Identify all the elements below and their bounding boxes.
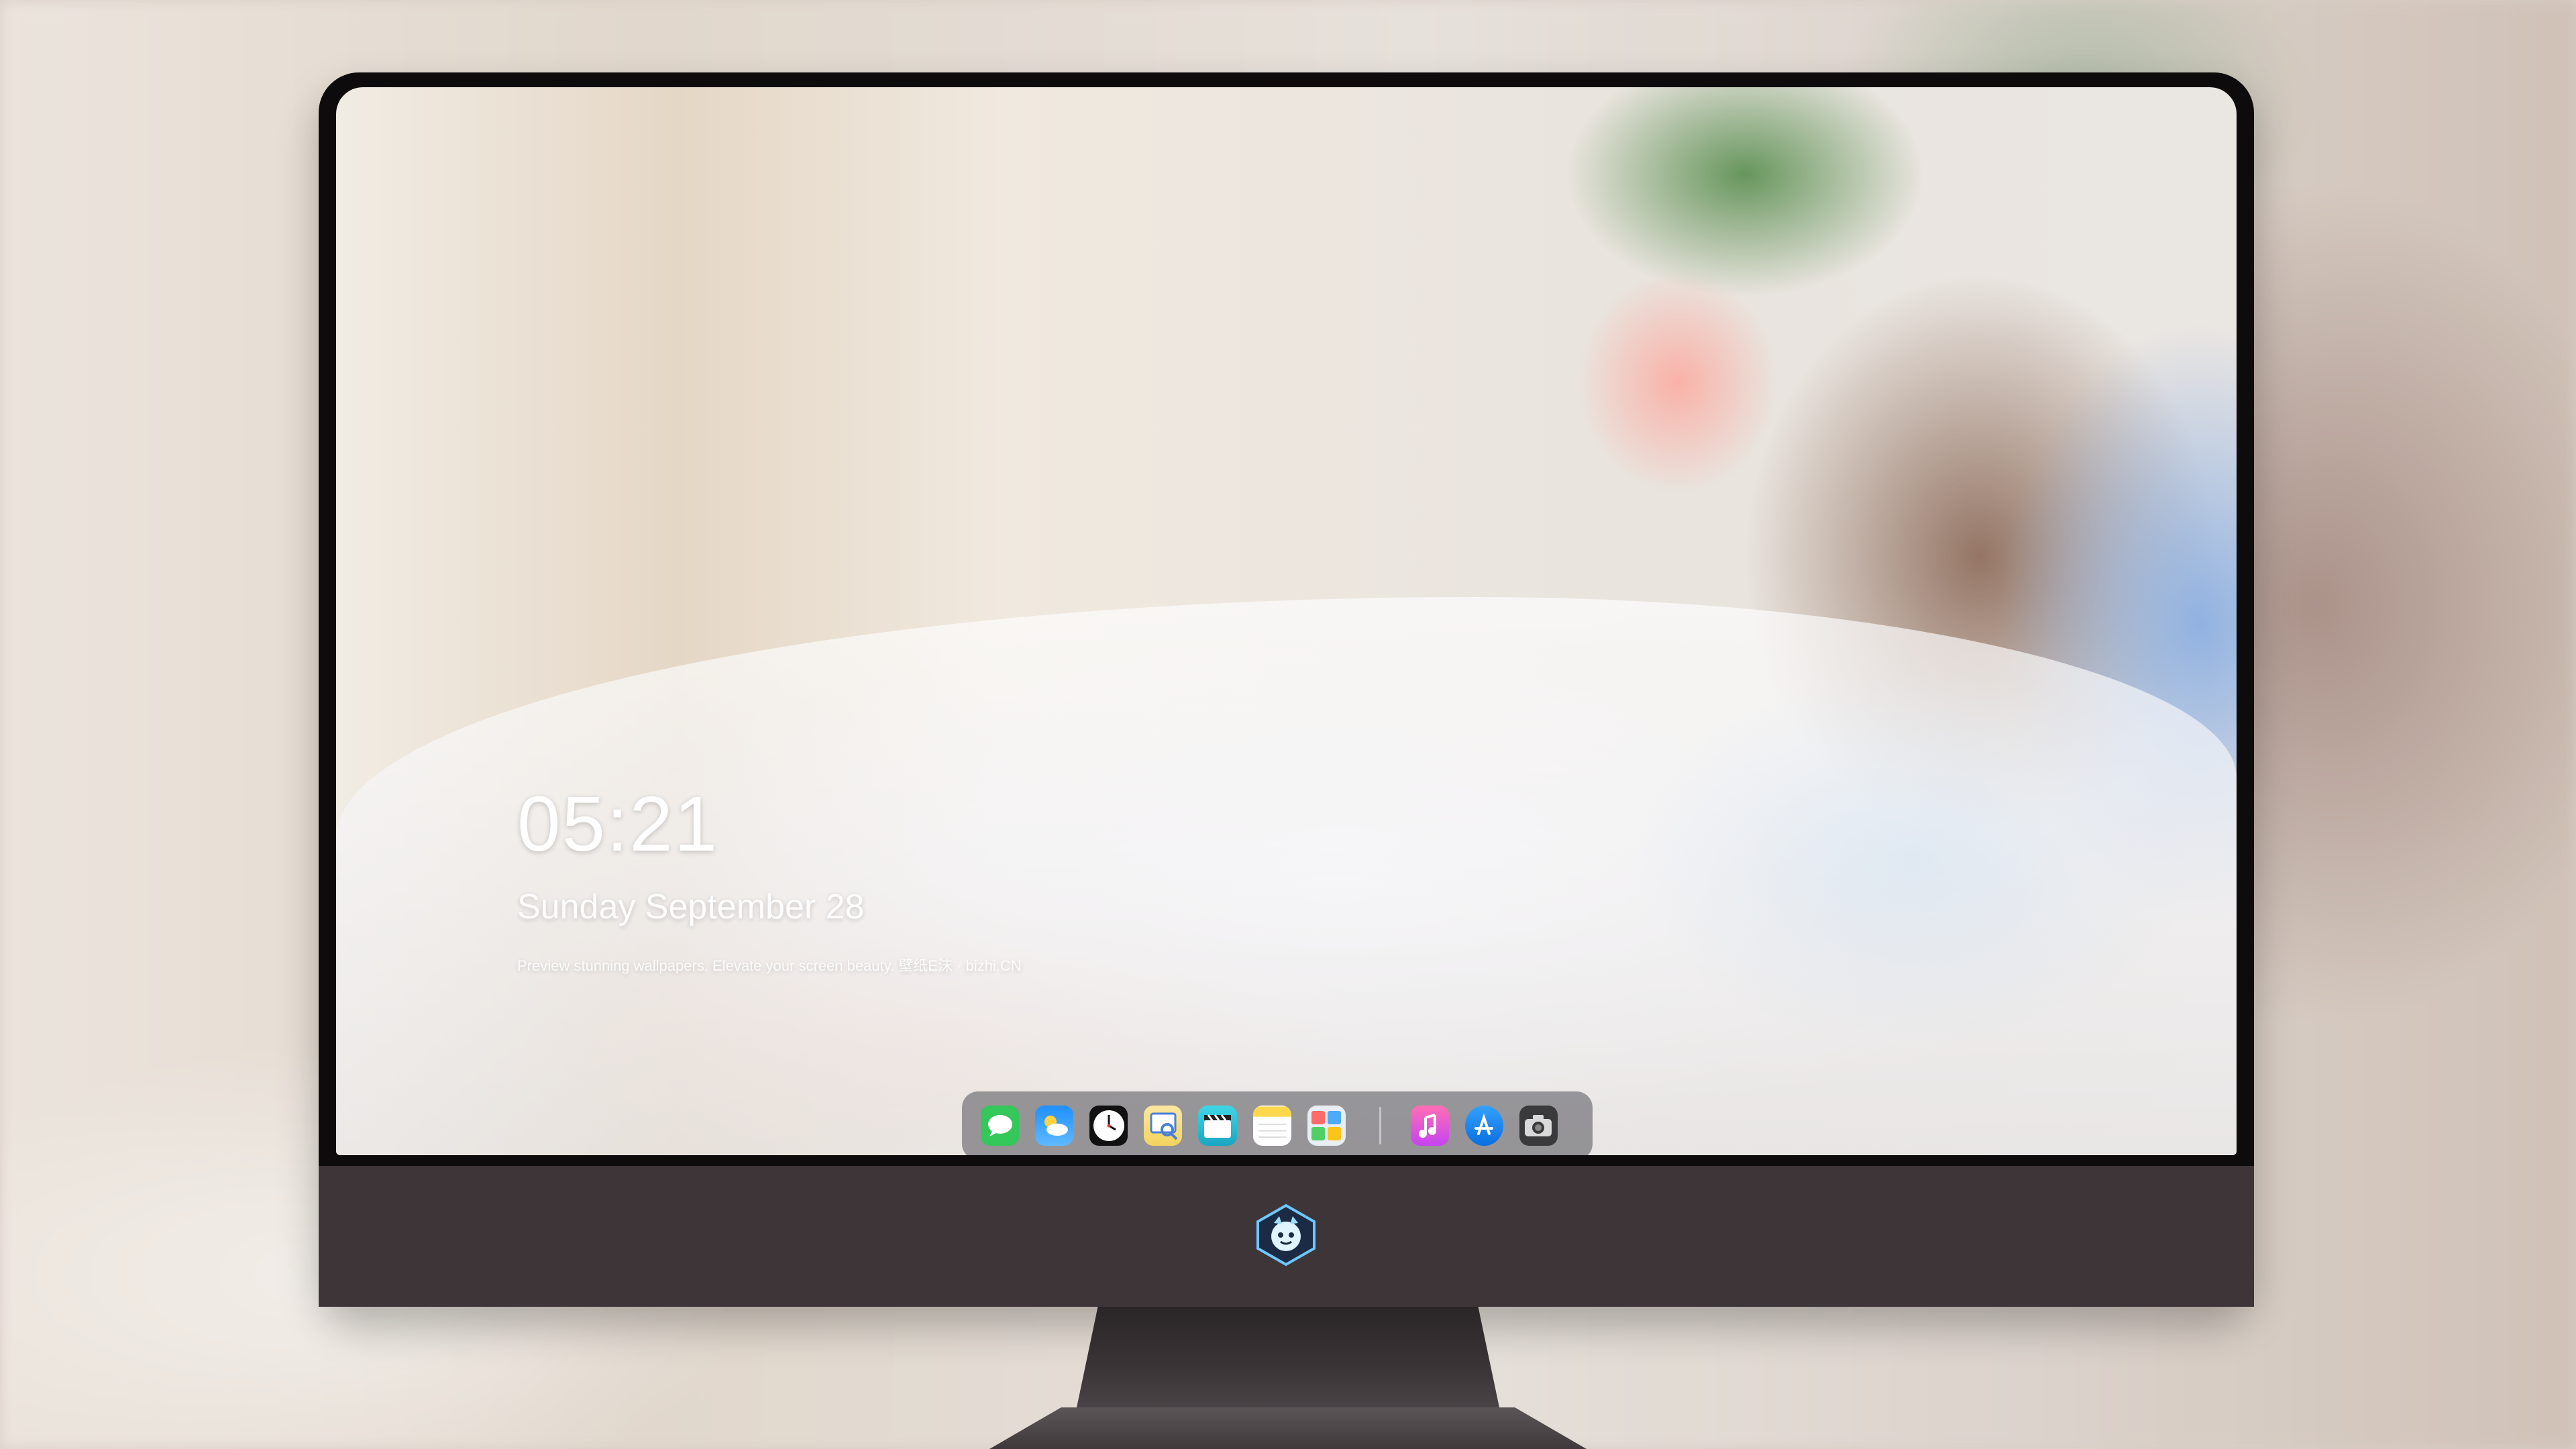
monitor-stand-base xyxy=(989,1407,1587,1449)
clock-icon[interactable] xyxy=(1089,1106,1128,1146)
photos-icon[interactable] xyxy=(1307,1106,1346,1146)
clips-icon[interactable] xyxy=(1198,1106,1237,1146)
notes-icon[interactable] xyxy=(1252,1106,1291,1146)
weather-icon[interactable] xyxy=(1035,1106,1074,1146)
dock xyxy=(962,1091,1593,1155)
music-icon[interactable] xyxy=(1410,1106,1449,1146)
monitor-frame: 05:21 Sunday September 28 Preview stunni… xyxy=(319,72,2254,1307)
mascot-logo-icon xyxy=(1254,1203,1318,1267)
messages-icon[interactable] xyxy=(981,1106,1020,1146)
lock-screen[interactable]: 05:21 Sunday September 28 Preview stunni… xyxy=(336,87,2237,1155)
clock-date: Sunday September 28 xyxy=(517,888,865,926)
clock-time: 05:21 xyxy=(517,780,719,867)
monitor: 05:21 Sunday September 28 Preview stunni… xyxy=(319,72,2254,1307)
camera-icon[interactable] xyxy=(1519,1106,1558,1146)
preview-icon[interactable] xyxy=(1144,1106,1183,1146)
wallpaper-tagline: Preview stunning wallpapers. Elevate you… xyxy=(517,957,1022,974)
app-store-icon[interactable] xyxy=(1464,1106,1503,1146)
dock-separator xyxy=(1379,1107,1381,1144)
monitor-stand-neck xyxy=(1077,1307,1499,1407)
lock-screen-clock: 05:21 Sunday September 28 Preview stunni… xyxy=(517,785,1022,975)
